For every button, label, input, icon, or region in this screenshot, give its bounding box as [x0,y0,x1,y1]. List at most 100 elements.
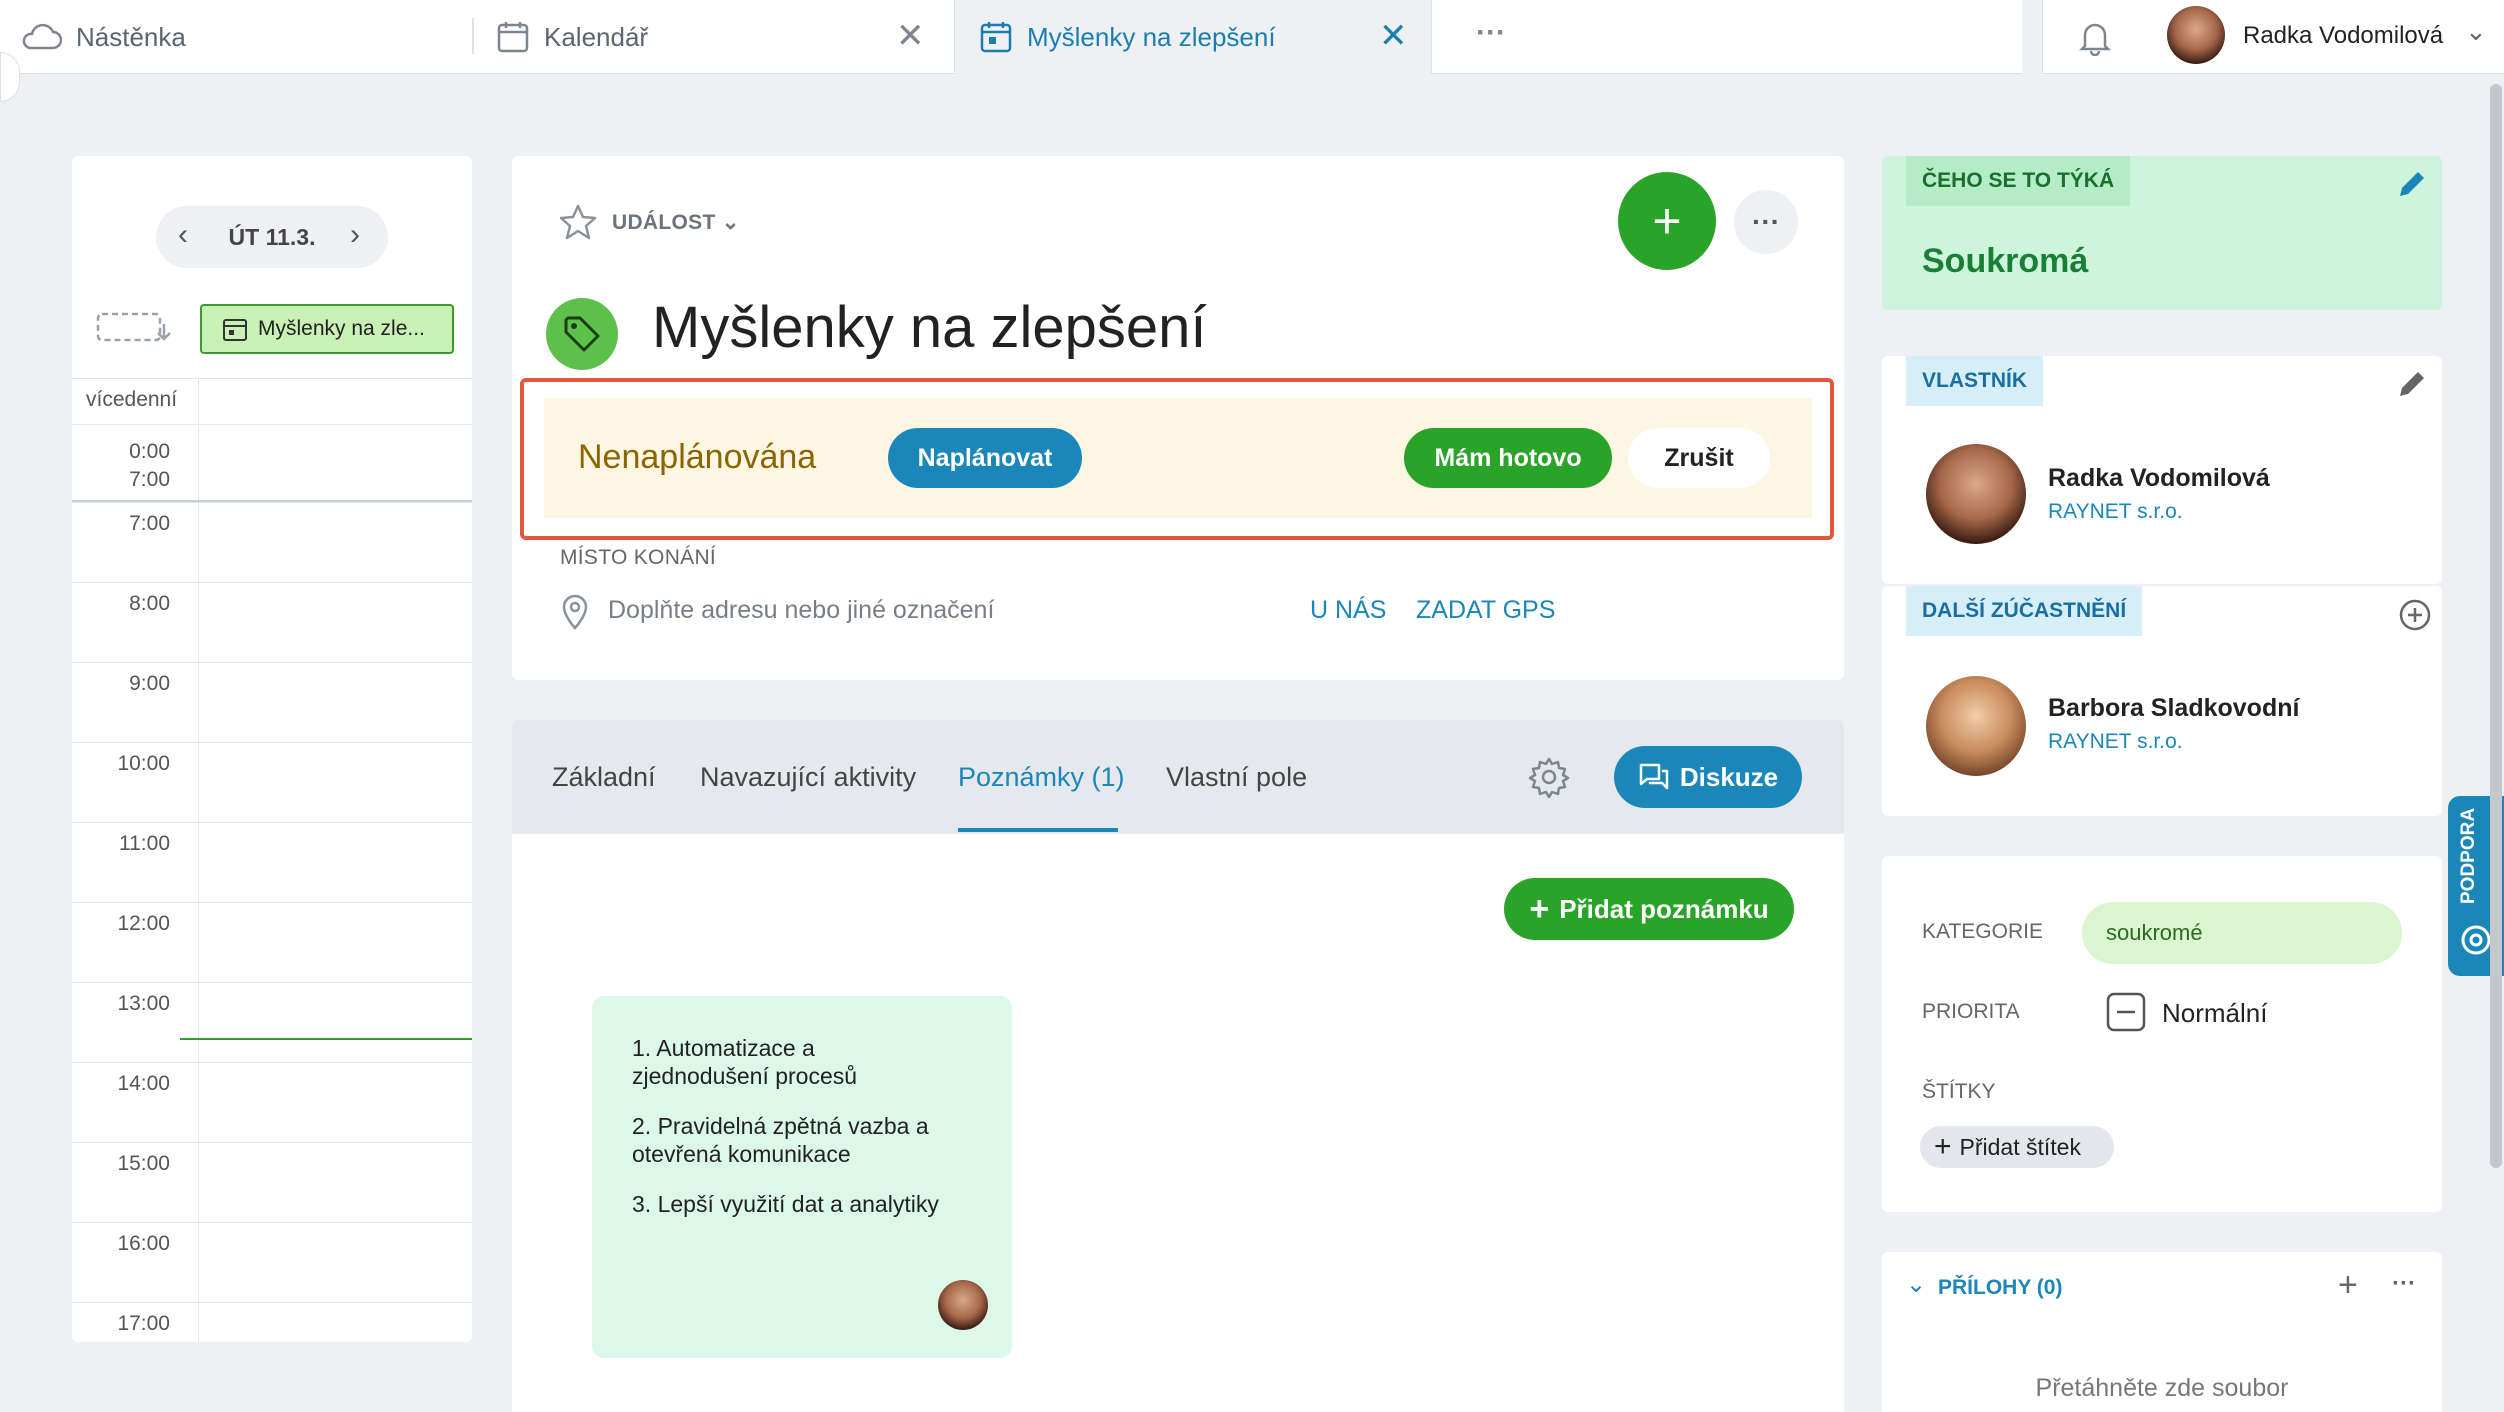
event-chip[interactable]: Myšlenky na zle... [200,304,454,354]
add-button[interactable]: + [1618,172,1716,270]
properties-card: KATEGORIE soukromé PRIORITA Normální ŠTÍ… [1882,856,2442,1212]
more-icon[interactable]: ··· [2392,1270,2416,1298]
avatar[interactable] [2167,6,2225,64]
category-select[interactable]: soukromé [2082,902,2402,964]
category-label: KATEGORIE [1922,920,2043,943]
location-gps-link[interactable]: ZADAT GPS [1416,596,1555,625]
status-bar: Nenaplánována Naplánovat Mám hotovo Zruš… [544,398,1812,518]
hour-row[interactable] [72,662,472,663]
tab-current-event[interactable]: Myšlenky na zlepšení ✕ [954,0,1432,74]
hour-label: 15:00 [117,1152,170,1175]
detail-tab-bar: Základní Navazující aktivity Poznámky (1… [512,720,1844,834]
owner-company[interactable]: RAYNET s.r.o. [2048,500,2183,524]
event-type[interactable]: UDÁLOST ⌄ [612,210,740,235]
star-icon[interactable] [558,202,598,242]
cancel-button[interactable]: Zrušit [1628,428,1770,488]
unscheduled-icon [96,312,171,342]
add-note-button[interactable]: + Přidat poznámku [1504,878,1794,940]
tab-related[interactable]: Navazující aktivity [700,762,916,793]
discussion-button[interactable]: Diskuze [1614,746,1802,808]
tag-icon [546,298,618,370]
tab-notes[interactable]: Poznámky (1) [958,762,1125,793]
location-pin-icon [562,594,588,630]
close-icon[interactable]: ✕ [1379,16,1408,56]
pencil-icon[interactable] [2396,168,2428,200]
drop-zone-text[interactable]: Přetáhněte zde soubor [1882,1374,2442,1403]
plus-icon: + [1934,1130,1952,1163]
tab-dashboard-label: Nástěnka [76,21,186,52]
user-name[interactable]: Radka Vodomilová [2243,22,2443,50]
hour-row[interactable] [72,1302,472,1303]
tab-calendar[interactable]: Kalendář ✕ [496,0,946,74]
done-button[interactable]: Mám hotovo [1404,428,1612,488]
priority-value[interactable]: Normální [2162,998,2267,1029]
bell-icon[interactable] [2077,18,2113,56]
calendar-icon [980,22,1012,53]
location-here-link[interactable]: U NÁS [1310,596,1386,625]
more-icon[interactable]: ··· [1734,190,1798,254]
plus-icon: + [1652,193,1682,249]
scrollbar[interactable] [2490,84,2502,1168]
hour-label: 10:00 [117,752,170,775]
concerns-label: ČEHO SE TO TÝKÁ [1906,156,2131,206]
hour-row[interactable] [72,1062,472,1063]
status-text: Nenaplánována [578,438,817,476]
hour-label: 11:00 [119,832,170,855]
hour-label: 17:00 [117,1312,170,1335]
discussion-label: Diskuze [1679,761,1779,792]
owner-label: VLASTNÍK [1906,356,2043,406]
note-line: 1. Automatizace a [632,1035,815,1061]
tags-label: ŠTÍTKY [1922,1080,1996,1103]
tab-bar: Nástěnka Kalendář ✕ Myšlenky na zlepšení… [0,0,2022,74]
hour-row[interactable] [72,502,472,503]
event-header: UDÁLOST ⌄ + ··· Myšlenky na zlepšení Nen… [512,156,1844,680]
add-circle-icon[interactable] [2398,598,2432,632]
multiday-label: vícedenní [86,388,178,411]
more-tabs-icon[interactable]: ··· [1476,16,1506,50]
close-icon[interactable]: ✕ [896,16,925,56]
add-tag-button[interactable]: + Přidat štítek [1920,1126,2114,1168]
hour-label: 13:00 [117,992,170,1015]
cloud-icon [22,23,62,50]
hour-row[interactable] [72,742,472,743]
hour-row[interactable] [72,982,472,983]
hour-label: 9:00 [129,672,170,695]
event-chip-label: Myšlenky na zle... [258,317,425,340]
chevron-down-icon[interactable]: ⌄ [2465,16,2487,47]
concerns-value[interactable]: Soukromá [1922,242,2088,281]
plus-icon[interactable]: + [2338,1266,2358,1305]
hour-row[interactable] [72,1142,472,1143]
support-label: PODPORA [2458,807,2479,904]
chevron-right-icon[interactable]: › [350,218,360,252]
hour-row[interactable] [72,822,472,823]
attachments-label[interactable]: PŘÍLOHY (0) [1938,1276,2062,1300]
user-bar: Radka Vodomilová ⌄ [2042,0,2504,74]
active-tab-indicator [958,828,1118,832]
avatar [1926,444,2026,544]
gear-icon[interactable] [1528,756,1570,798]
participants-label: DALŠÍ ZÚČASTNĚNÍ [1906,586,2143,636]
participant-company[interactable]: RAYNET s.r.o. [2048,730,2183,754]
hour-label: 12:00 [117,912,170,935]
note-card[interactable]: 1. Automatizace a zjednodušení procesů 2… [592,996,1012,1358]
owner-name[interactable]: Radka Vodomilová [2048,464,2270,493]
hour-row[interactable] [72,1222,472,1223]
note-line: 2. Pravidelná zpětná vazba a [632,1113,929,1139]
pencil-icon[interactable] [2396,368,2428,400]
divider [72,378,472,379]
avatar [938,1280,988,1330]
schedule-button[interactable]: Naplánovat [888,428,1082,488]
tab-current-label: Myšlenky na zlepšení [1027,21,1276,52]
location-input[interactable]: Doplňte adresu nebo jiné označení [608,596,994,625]
hour-label: 16:00 [117,1232,170,1255]
calendar-icon [223,319,247,341]
divider [72,424,472,425]
hour-row[interactable] [72,582,472,583]
tab-dashboard[interactable]: Nástěnka [0,0,470,74]
day-calendar: ‹ ÚT 11.3. › Myšlenky na zle... vícedenn… [72,156,472,1342]
tab-basic[interactable]: Základní [552,762,656,793]
hour-row[interactable] [72,902,472,903]
participant-name[interactable]: Barbora Sladkovodní [2048,694,2299,723]
chevron-down-icon[interactable]: ⌄ [1906,1270,1926,1299]
tab-custom-fields[interactable]: Vlastní pole [1166,762,1307,793]
